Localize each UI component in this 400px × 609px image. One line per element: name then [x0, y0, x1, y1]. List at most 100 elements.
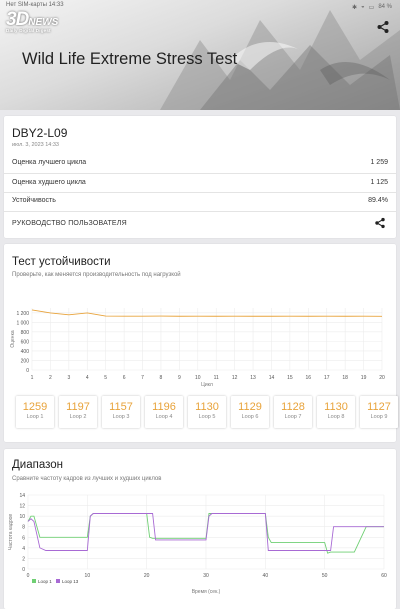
row-label: Оценка худшего цикла	[12, 178, 86, 186]
row-value: 89.4%	[368, 196, 388, 204]
loop-score-card[interactable]: 1157 Loop 3	[102, 396, 140, 428]
range-card: Диапазон Сравните частоту кадров из лучш…	[4, 449, 396, 609]
x-axis-label: Время (сек.)	[192, 589, 221, 595]
loop-score-card[interactable]: 1129 Loop 6	[231, 396, 269, 428]
x-tick-label: 1	[31, 375, 34, 381]
result-card: DBY2-L09 июл. 3, 2023 14:33 Оценка лучше…	[4, 116, 396, 238]
logo-big: 3D	[6, 9, 29, 30]
y-tick-label: 200	[21, 358, 30, 364]
x-tick-label: 4	[86, 375, 89, 381]
loop-score-label: Loop 5	[198, 414, 216, 420]
range-subtitle: Сравните частоту кадров из лучших и худш…	[12, 476, 162, 482]
loop-score-card[interactable]: 1259 Loop 1	[16, 396, 54, 428]
loop-score-label: Loop 6	[241, 414, 259, 420]
legend-swatch	[56, 579, 60, 583]
y-tick-label: 1 000	[16, 320, 29, 326]
row-label: Устойчивость	[12, 196, 56, 204]
x-tick-label: 9	[178, 375, 181, 381]
hero-banner: Нет SIM-карты 14:33 ✱ ◒ ▭ 84 % 3DNEWS Da…	[0, 0, 400, 110]
loop-score-value: 1130	[324, 401, 348, 413]
x-tick-label: 0	[27, 573, 30, 579]
x-tick-label: 20	[379, 375, 385, 381]
x-tick-label: 18	[342, 375, 348, 381]
device-name: DBY2-L09	[12, 126, 68, 140]
loop-scores: 1259 Loop 1 1197 Loop 2 1157 Loop 3 1196 Loo…	[16, 396, 398, 428]
legend-label: Loop 13	[62, 579, 79, 584]
x-tick-label: 40	[263, 573, 269, 579]
loop-score-label: Loop 9	[370, 414, 388, 420]
loop-score-label: Loop 7	[284, 414, 302, 420]
y-tick-label: 4	[22, 546, 25, 552]
loop-score-label: Loop 2	[69, 414, 87, 420]
y-tick-label: 0	[26, 368, 29, 374]
divider	[4, 192, 396, 193]
loop-score-label: Loop 3	[112, 414, 130, 420]
x-tick-label: 10	[195, 375, 201, 381]
x-tick-label: 11	[214, 375, 219, 381]
x-tick-label: 30	[203, 573, 209, 579]
range-title: Диапазон	[12, 459, 63, 471]
row-label: Оценка лучшего цикла	[12, 158, 87, 166]
worst-loop-row: Оценка худшего цикла 1 125	[12, 176, 388, 188]
x-tick-label: 17	[324, 375, 330, 381]
loop-score-value: 1127	[367, 401, 391, 413]
battery-level: 84 %	[378, 4, 392, 10]
stability-card: Тест устойчивости Проверьте, как меняетс…	[4, 244, 398, 442]
x-tick-label: 20	[144, 573, 150, 579]
loop-score-value: 1259	[22, 401, 48, 413]
wifi-icon: ◒	[361, 4, 365, 10]
loop-score-card[interactable]: 1197 Loop 2	[59, 396, 97, 428]
share-icon[interactable]	[376, 20, 390, 34]
bluetooth-icon: ✱	[351, 4, 358, 11]
best-loop-row: Оценка лучшего цикла 1 259	[12, 156, 388, 168]
loop-score-value: 1197	[66, 401, 90, 413]
loop-score-label: Loop 4	[155, 414, 173, 420]
y-tick-label: 2	[22, 556, 25, 562]
test-date: июл. 3, 2023 14:33	[12, 142, 59, 148]
loop-score-card[interactable]: 1130 Loop 5	[188, 396, 226, 428]
score-series-line	[31, 309, 383, 317]
legend-label: Loop 1	[38, 579, 52, 584]
battery-icon: ▭	[368, 4, 375, 11]
stability-subtitle: Проверьте, как меняется производительнос…	[12, 272, 181, 278]
divider	[4, 211, 396, 212]
loop-score-label: Loop 8	[327, 414, 345, 420]
x-tick-label: 13	[250, 375, 256, 381]
x-axis-label: Цикл	[201, 382, 213, 388]
x-tick-label: 5	[104, 375, 107, 381]
y-tick-label: 14	[19, 493, 25, 499]
share-icon[interactable]	[374, 217, 386, 229]
loop-score-card[interactable]: 1128 Loop 7	[274, 396, 312, 428]
user-manual-link[interactable]: РУКОВОДСТВО ПОЛЬЗОВАТЕЛЯ	[12, 220, 127, 227]
y-axis-label: Частота кадров	[8, 514, 14, 550]
x-tick-label: 12	[232, 375, 238, 381]
y-tick-label: 1 200	[16, 311, 29, 317]
row-value: 1 259	[370, 158, 388, 166]
x-tick-label: 7	[141, 375, 144, 381]
loop-score-value: 1157	[109, 401, 133, 413]
x-tick-label: 10	[85, 573, 91, 579]
test-title: Wild Life Extreme Stress Test	[22, 50, 238, 68]
y-tick-label: 800	[21, 330, 30, 336]
loop-score-card[interactable]: 1196 Loop 4	[145, 396, 183, 428]
logo-small: NEWS	[28, 17, 59, 28]
x-tick-label: 19	[361, 375, 367, 381]
y-tick-label: 400	[21, 349, 30, 355]
y-tick-label: 600	[21, 339, 30, 345]
legend-swatch	[32, 579, 36, 583]
loop-score-card[interactable]: 1130 Loop 8	[317, 396, 355, 428]
x-tick-label: 6	[123, 375, 126, 381]
y-tick-label: 0	[22, 567, 25, 573]
loop-score-card[interactable]: 1127 Loop 9	[360, 396, 398, 428]
loop-score-label: Loop 1	[26, 414, 44, 420]
logo-tagline: Daily Digital Digest	[6, 28, 51, 33]
loop-score-value: 1196	[152, 401, 176, 413]
stability-title: Тест устойчивости	[12, 256, 111, 268]
x-tick-label: 14	[269, 375, 275, 381]
x-tick-label: 16	[306, 375, 312, 381]
y-axis-label: Оценка	[10, 330, 16, 348]
y-tick-label: 6	[22, 535, 25, 541]
loop-score-value: 1128	[281, 401, 305, 413]
status-bar: Нет SIM-карты 14:33 ✱ ◒ ▭ 84 %	[6, 2, 392, 12]
site-logo: 3DNEWS Daily Digital Digest	[6, 9, 58, 33]
